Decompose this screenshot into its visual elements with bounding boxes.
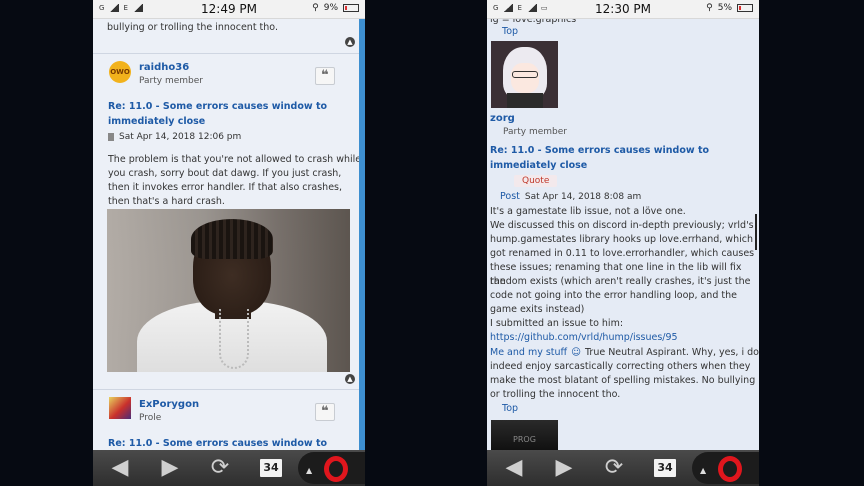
post-body-line: then that's a hard crash. bbox=[108, 196, 225, 207]
battery-icon bbox=[737, 4, 753, 12]
post-author[interactable]: raidho36 bbox=[139, 62, 189, 73]
chevron-up-icon: ▲ bbox=[306, 466, 313, 475]
screen: G E 12:49 PM ⚲ 9% bullying or trolling t… bbox=[0, 0, 864, 486]
post-link[interactable]: Post bbox=[500, 191, 520, 202]
post-body-line: The problem is that you're not allowed t… bbox=[108, 154, 362, 165]
reload-icon[interactable]: ⟳ bbox=[205, 456, 235, 480]
top-link[interactable]: Top bbox=[502, 403, 518, 414]
post-body-line: game exits instead) bbox=[490, 304, 585, 315]
post-body-line: code not going into the error handling l… bbox=[490, 290, 737, 301]
forward-arrow-icon[interactable]: ▶ bbox=[155, 456, 185, 480]
post-title-line1[interactable]: Re: 11.0 - Some errors causes window to bbox=[490, 143, 709, 158]
post-date: Sat Apr 14, 2018 8:08 am bbox=[524, 191, 642, 202]
post-author[interactable]: ExPorygon bbox=[139, 399, 199, 410]
tabs-button[interactable]: 34 bbox=[260, 459, 282, 477]
scroll-top-icon[interactable]: ▲ bbox=[345, 374, 355, 384]
post-title-line1[interactable]: Re: 11.0 - Some errors causes window to bbox=[108, 99, 327, 114]
post-title-line2[interactable]: immediately close bbox=[108, 114, 205, 129]
author-rank: Prole bbox=[139, 413, 162, 423]
post-divider bbox=[93, 53, 365, 54]
top-link[interactable]: Top bbox=[502, 26, 518, 37]
post-body-line: I submitted an issue to him: bbox=[490, 318, 624, 329]
avatar-face bbox=[511, 63, 539, 93]
reload-icon[interactable]: ⟳ bbox=[599, 456, 629, 480]
post-body-line: It's a gamestate lib issue, not a löve o… bbox=[490, 206, 686, 217]
image-chain bbox=[219, 309, 249, 369]
page-content[interactable]: ig = love.graphics Top zorg Party member… bbox=[487, 19, 759, 450]
quote-button[interactable]: ❝ bbox=[315, 67, 335, 85]
status-right: ⚲ 5% bbox=[706, 3, 753, 13]
post-body-line: got renamed in 0.11 to love.errorhandler… bbox=[490, 248, 755, 259]
chevron-up-icon: ▲ bbox=[700, 466, 707, 475]
battery-percent: 5% bbox=[717, 3, 732, 13]
post-date: Sat Apr 14, 2018 12:06 pm bbox=[119, 132, 242, 142]
image-hair bbox=[191, 219, 273, 259]
back-arrow-icon[interactable]: ◀ bbox=[499, 456, 529, 480]
signature-line: indeed enjoy sarcastically correcting ot… bbox=[490, 361, 751, 372]
page-scrollbar[interactable] bbox=[359, 19, 365, 450]
avatar-collar bbox=[507, 93, 543, 108]
post-body-line: then it invokes error handler. If that a… bbox=[108, 182, 343, 193]
post-date-row: Post Sat Apr 14, 2018 8:08 am bbox=[500, 191, 641, 202]
phone-left: G E 12:49 PM ⚲ 9% bullying or trolling t… bbox=[93, 0, 365, 486]
issue-link[interactable]: https://github.com/vrld/hump/issues/95 bbox=[490, 332, 678, 343]
back-arrow-icon[interactable]: ◀ bbox=[105, 456, 135, 480]
location-icon: ⚲ bbox=[312, 3, 319, 13]
post-title-line1[interactable]: Re: 11.0 - Some errors causes window to bbox=[108, 436, 327, 450]
avatar[interactable] bbox=[109, 397, 131, 419]
status-bar: G E 12:49 PM ⚲ 9% bbox=[93, 0, 365, 19]
post-title-line2[interactable]: immediately close bbox=[490, 158, 587, 173]
avatar-prog[interactable]: PROG bbox=[491, 420, 558, 450]
page-scrollbar[interactable] bbox=[755, 214, 757, 250]
browser-navbar: ◀ ▶ ⟳ 34 ▲ bbox=[93, 450, 365, 486]
quote-button[interactable]: ❝ bbox=[315, 403, 335, 421]
browser-navbar: ◀ ▶ ⟳ 34 ▲ bbox=[487, 450, 759, 486]
opera-logo-icon bbox=[324, 456, 348, 482]
post-author[interactable]: zorg bbox=[490, 113, 515, 124]
phone-right: G E ▭ 12:30 PM ⚲ 5% ig = love.graphics T… bbox=[487, 0, 759, 486]
post-date-row: Sat Apr 14, 2018 12:06 pm bbox=[108, 132, 241, 142]
post-body-line: We discussed this on discord in-depth pr… bbox=[490, 220, 754, 231]
forward-arrow-icon[interactable]: ▶ bbox=[549, 456, 579, 480]
avatar-glasses bbox=[512, 71, 538, 78]
previous-post-signature: bullying or trolling the innocent tho. bbox=[107, 22, 278, 33]
post-icon bbox=[108, 133, 114, 141]
post-image bbox=[107, 209, 350, 372]
status-right: ⚲ 9% bbox=[312, 3, 359, 13]
scroll-top-icon[interactable]: ▲ bbox=[345, 37, 355, 47]
post-divider bbox=[93, 389, 365, 390]
post-body-line: random exists (which aren't really crash… bbox=[490, 276, 751, 287]
battery-icon bbox=[343, 4, 359, 12]
signature-link[interactable]: Me and my stuff bbox=[490, 346, 567, 360]
smiley-icon: ☺ bbox=[571, 347, 581, 358]
author-rank: Party member bbox=[139, 76, 203, 86]
tabs-button[interactable]: 34 bbox=[654, 459, 676, 477]
avatar[interactable]: OWO bbox=[109, 61, 131, 83]
author-rank: Party member bbox=[503, 127, 567, 137]
location-icon: ⚲ bbox=[706, 3, 713, 13]
signature-line: True Neutral Aspirant. Why, yes, i do bbox=[585, 347, 759, 358]
signature-row: Me and my stuff ☺ True Neutral Aspirant.… bbox=[490, 346, 759, 360]
signature-line: or trolling the innocent tho. bbox=[490, 389, 621, 400]
opera-menu-button[interactable]: ▲ bbox=[298, 452, 365, 484]
quote-button[interactable]: Quote bbox=[514, 175, 558, 187]
opera-menu-button[interactable]: ▲ bbox=[692, 452, 759, 484]
page-content[interactable]: bullying or trolling the innocent tho. ▲… bbox=[93, 19, 365, 450]
avatar[interactable] bbox=[491, 41, 558, 108]
post-body-line: hump.gamestates library hooks up love.er… bbox=[490, 234, 753, 245]
post-body-line: you crash, sorry bout dat dawg. If you j… bbox=[108, 168, 342, 179]
signature-line: make the most blatant of spelling mistak… bbox=[490, 375, 756, 386]
opera-logo-icon bbox=[718, 456, 742, 482]
status-bar: G E ▭ 12:30 PM ⚲ 5% bbox=[487, 0, 759, 19]
battery-percent: 9% bbox=[323, 3, 338, 13]
